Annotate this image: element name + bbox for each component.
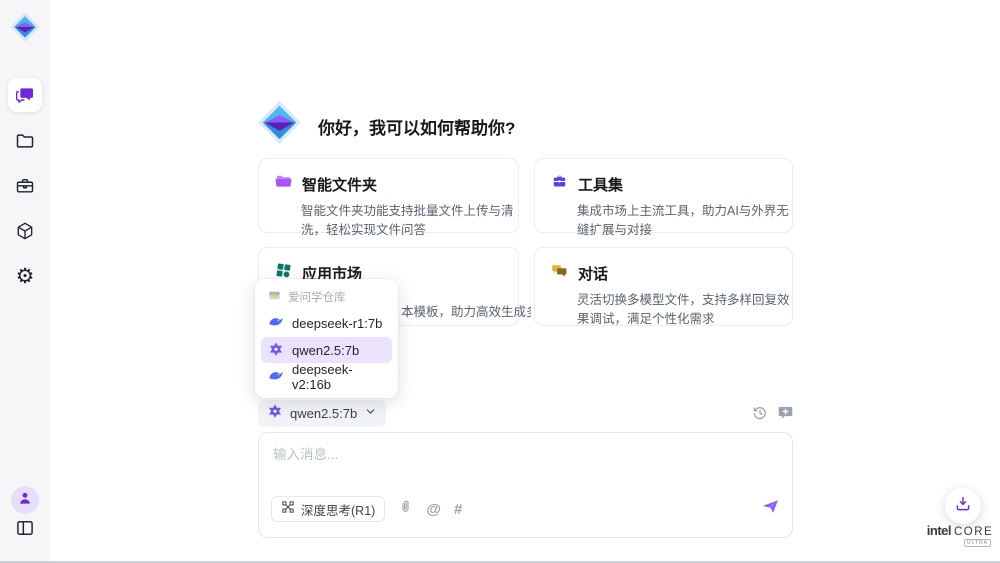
message-input[interactable] bbox=[273, 443, 773, 487]
card-title: 对话 bbox=[578, 263, 608, 284]
toolkit-icon bbox=[551, 173, 568, 195]
dialogue-icon bbox=[551, 262, 568, 284]
core-wordmark: CORE bbox=[954, 526, 993, 538]
greeting-title: 你好，我可以如何帮助你? bbox=[318, 114, 515, 139]
composer-toolbar: 深度思考(R1) @ # bbox=[271, 495, 780, 523]
at-icon: @ bbox=[426, 501, 441, 518]
card-description: 智能文件夹功能支持批量文件上传与清洗，轻松实现文件问答 bbox=[301, 202, 519, 241]
smart-folder-icon bbox=[275, 173, 292, 195]
app-logo-icon bbox=[9, 11, 41, 43]
ultra-badge: ULTRA bbox=[964, 539, 991, 547]
model-option-qwen[interactable]: qwen2.5:7b bbox=[261, 337, 392, 363]
panel-icon bbox=[15, 525, 35, 542]
card-dialogue[interactable]: 对话 灵活切换多模型文件，支持多样回复效果调试，满足个性化需求 bbox=[534, 247, 793, 326]
model-dropdown: 爱问学仓库 deepseek-r1:7b qwen2.5:7b bbox=[255, 279, 398, 398]
collapse-sidebar-button[interactable] bbox=[15, 518, 35, 538]
card-toolkit[interactable]: 工具集 集成市场上主流工具，助力AI与外界无缝扩展与对接 bbox=[534, 158, 793, 233]
new-chat-icon bbox=[777, 408, 794, 425]
mention-button[interactable]: @ bbox=[426, 501, 441, 518]
sidebar-item-settings[interactable]: ⚙ bbox=[8, 259, 42, 293]
deepseek-icon bbox=[268, 368, 284, 387]
model-option-label: qwen2.5:7b bbox=[292, 343, 359, 358]
card-smart-folder[interactable]: 智能文件夹 智能文件夹功能支持批量文件上传与清洗，轻松实现文件问答 bbox=[258, 158, 519, 233]
sidebar-item-chat[interactable] bbox=[8, 78, 42, 112]
attachment-button[interactable] bbox=[398, 499, 413, 519]
card-description-partial: 本模板，助力高效生成多 bbox=[401, 303, 531, 322]
model-option-label: deepseek-v2:16b bbox=[292, 362, 385, 392]
qwen-icon bbox=[267, 403, 283, 424]
intel-core-logo: intel CORE ULTRA bbox=[924, 523, 996, 547]
model-option-label: deepseek-r1:7b bbox=[292, 316, 382, 331]
prompt-grid-button[interactable]: # bbox=[454, 501, 462, 518]
chat-icon bbox=[15, 85, 35, 105]
new-chat-button[interactable] bbox=[777, 404, 794, 426]
folder-icon bbox=[15, 131, 35, 151]
paperclip-icon bbox=[398, 499, 413, 519]
sidebar-item-models[interactable] bbox=[8, 214, 42, 248]
assistant-logo-icon bbox=[256, 99, 303, 146]
deep-think-toggle[interactable]: 深度思考(R1) bbox=[271, 496, 385, 522]
briefcase-icon bbox=[15, 176, 35, 196]
model-repo-header: 爱问学仓库 bbox=[261, 284, 392, 309]
send-icon bbox=[761, 497, 780, 521]
deep-think-icon bbox=[281, 500, 295, 519]
card-title: 工具集 bbox=[578, 174, 623, 195]
repo-label: 爱问学仓库 bbox=[288, 289, 346, 305]
download-button[interactable] bbox=[945, 488, 981, 524]
deepseek-icon bbox=[268, 314, 284, 333]
qwen-icon bbox=[268, 341, 284, 360]
selected-model-label: qwen2.5:7b bbox=[290, 406, 357, 421]
chevron-down-icon bbox=[364, 405, 377, 423]
card-description: 集成市场上主流工具，助力AI与外界无缝扩展与对接 bbox=[577, 202, 795, 241]
sidebar: ⚙ bbox=[0, 0, 50, 561]
intel-wordmark: intel bbox=[927, 523, 951, 538]
user-icon bbox=[17, 490, 33, 511]
model-option-deepseek-v2[interactable]: deepseek-v2:16b bbox=[261, 364, 392, 390]
user-avatar[interactable] bbox=[11, 486, 39, 514]
repo-icon bbox=[268, 289, 281, 305]
history-icon bbox=[752, 408, 768, 425]
deep-think-label: 深度思考(R1) bbox=[301, 500, 375, 519]
send-button[interactable] bbox=[761, 497, 780, 521]
model-selector[interactable]: qwen2.5:7b bbox=[258, 400, 386, 427]
history-button[interactable] bbox=[752, 405, 768, 426]
sidebar-item-folders[interactable] bbox=[8, 124, 42, 158]
message-composer: 深度思考(R1) @ # bbox=[258, 432, 793, 538]
card-title: 智能文件夹 bbox=[302, 174, 377, 195]
sidebar-item-toolbox[interactable] bbox=[8, 169, 42, 203]
download-icon bbox=[954, 495, 972, 518]
hash-icon: # bbox=[454, 501, 462, 518]
cube-icon bbox=[15, 221, 35, 241]
card-description: 灵活切换多模型文件，支持多样回复效果调试，满足个性化需求 bbox=[577, 291, 795, 330]
app-window: ⚙ 你好， bbox=[0, 0, 1000, 563]
gear-icon: ⚙ bbox=[16, 266, 35, 287]
model-option-deepseek-r1[interactable]: deepseek-r1:7b bbox=[261, 310, 392, 336]
